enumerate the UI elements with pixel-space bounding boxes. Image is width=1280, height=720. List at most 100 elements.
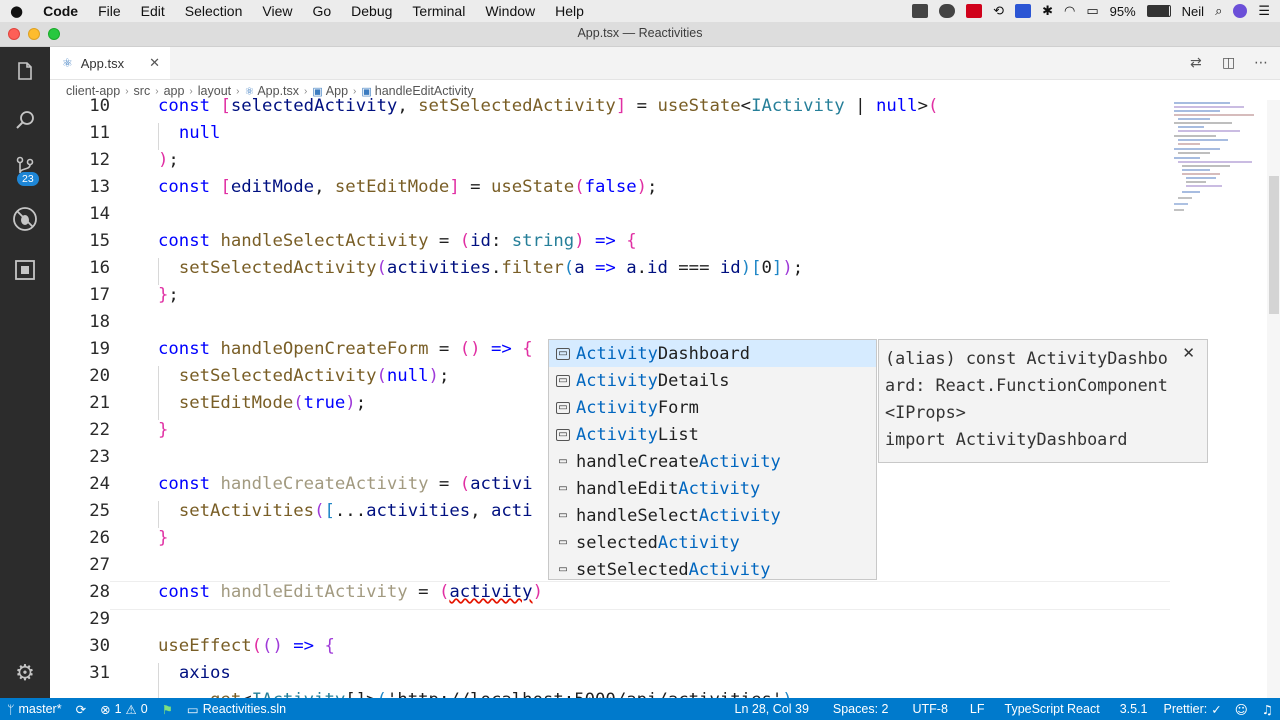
scm-changes-badge: 23 [17, 172, 39, 186]
code-line: } [158, 420, 169, 440]
activity-bar: 23 ⚙ [0, 47, 50, 698]
debug-icon[interactable] [0, 199, 50, 239]
menu-debug[interactable]: Debug [341, 3, 402, 19]
menu-go[interactable]: Go [302, 3, 341, 19]
cursor-position[interactable]: Ln 28, Col 39 [723, 702, 821, 716]
code-line: .get<IActivity[]>('http://localhost:5000… [158, 690, 793, 698]
suggestion-item[interactable]: ▭ setSelected Activity [549, 556, 876, 583]
notifications-bell-icon[interactable]: ♫ [1255, 702, 1280, 717]
sync-icon[interactable]: ⟳ [69, 702, 93, 717]
feedback-smiley-icon[interactable]: ☺ [1228, 702, 1255, 717]
line-number: 21 [89, 393, 110, 413]
suggestion-item[interactable]: ▭ Activity Details [549, 367, 876, 394]
close-details-icon[interactable]: ✕ [1182, 344, 1195, 362]
menu-terminal[interactable]: Terminal [402, 3, 475, 19]
code-line: const handleOpenCreateForm = () => { [158, 339, 533, 359]
scrollbar-thumb[interactable] [1269, 176, 1279, 314]
prettier-status[interactable]: Prettier: ✓ [1158, 702, 1228, 717]
airplay-icon[interactable]: ▭ [1086, 4, 1098, 19]
module-icon: ▭ [556, 374, 570, 387]
tray-app-icon[interactable] [912, 4, 929, 18]
notification-center-icon[interactable]: ☰ [1258, 4, 1270, 19]
menu-help[interactable]: Help [545, 3, 594, 19]
more-actions-icon[interactable]: ⋯ [1254, 55, 1268, 71]
search-icon[interactable] [0, 100, 50, 140]
menu-selection[interactable]: Selection [175, 3, 253, 19]
chevron-right-icon: › [155, 85, 159, 97]
suggestion-match: Activity [576, 397, 658, 418]
suggestion-item[interactable]: ▭ Activity Dashboard [549, 340, 876, 367]
error-icon: ⊗ [100, 701, 111, 717]
indentation[interactable]: Spaces: 2 [821, 702, 901, 716]
end-of-line[interactable]: LF [960, 702, 995, 716]
user-name[interactable]: Neil [1182, 4, 1204, 19]
solution-indicator[interactable]: ▭ Reactivities.sln [180, 702, 293, 717]
code-line: setSelectedActivity(null); [178, 366, 450, 386]
open-changes-icon[interactable]: ⇄ [1190, 55, 1202, 71]
check-icon: ✓ [1211, 701, 1222, 717]
wifi-icon[interactable]: ◠ [1064, 4, 1075, 19]
line-number: 15 [89, 231, 110, 251]
suggestion-item[interactable]: ▭ Activity Form [549, 394, 876, 421]
suggestion-match: Activity [657, 532, 740, 553]
manage-gear-icon[interactable]: ⚙ [0, 653, 50, 693]
suggestion-item[interactable]: ▭ handleEdit Activity [549, 475, 876, 502]
menu-edit[interactable]: Edit [131, 3, 175, 19]
suggestion-match: Activity [688, 559, 771, 580]
run-icon[interactable]: ⚑ [155, 702, 180, 717]
bluetooth-icon[interactable]: ✱ [1042, 4, 1053, 19]
editor-scrollbar[interactable] [1267, 100, 1280, 698]
record-icon[interactable] [966, 4, 983, 18]
suggestion-rest: List [657, 424, 699, 445]
typescript-version[interactable]: 3.5.1 [1110, 702, 1158, 716]
editor-tab-strip: ⚛ App.tsx ✕ ⇄ ◫ ⋯ [50, 47, 1280, 80]
suggestion-item[interactable]: ▭ handleSelect Activity [549, 502, 876, 529]
cloud-icon[interactable] [939, 4, 956, 18]
menu-app-name[interactable]: Code [33, 3, 88, 19]
autocomplete-suggest-widget[interactable]: ▭ Activity Dashboard ▭ Activity Details ▭ … [548, 339, 877, 580]
code-line: const handleSelectActivity = (id: string… [158, 231, 637, 251]
battery-percent[interactable]: 95% [1110, 4, 1136, 19]
spotlight-search-icon[interactable]: ⌕ [1215, 4, 1222, 19]
git-branch-icon: ᛘ [7, 701, 15, 717]
warning-count: 0 [140, 702, 148, 716]
grid-app-icon[interactable] [1015, 4, 1032, 18]
menu-view[interactable]: View [252, 3, 302, 19]
line-number: 12 [89, 150, 110, 170]
extensions-icon[interactable] [0, 250, 50, 290]
language-mode[interactable]: TypeScript React [995, 702, 1110, 716]
close-tab-icon[interactable]: ✕ [149, 56, 160, 71]
suggestion-prefix: selected [576, 532, 658, 553]
line-number: 22 [89, 420, 110, 440]
split-editor-icon[interactable]: ◫ [1222, 55, 1235, 71]
suggestion-item[interactable]: ▭ selected Activity [549, 529, 876, 556]
tab-app-tsx[interactable]: ⚛ App.tsx ✕ [50, 47, 170, 79]
status-bar-right: Ln 28, Col 39 Spaces: 2 UTF-8 LF TypeScr… [723, 702, 1280, 717]
status-bar: ᛘ master* ⟳ ⊗ 1 ⚠ 0 ⚑ ▭ Reactivities.sln Ln 2… [0, 698, 1280, 720]
solution-label: Reactivities.sln [202, 702, 287, 716]
minimap[interactable] [1170, 100, 1260, 215]
suggestion-item[interactable]: ▭ Activity List [549, 421, 876, 448]
git-branch[interactable]: ᛘ master* [0, 702, 69, 717]
battery-icon[interactable] [1146, 5, 1171, 17]
suggestion-details-text: (alias) const ActivityDashboard: React.F… [885, 348, 1168, 449]
siri-icon[interactable] [1233, 4, 1248, 18]
chevron-right-icon: › [304, 85, 308, 97]
suggestion-details-panel: (alias) const ActivityDashboard: React.F… [878, 339, 1208, 463]
menu-file[interactable]: File [88, 3, 131, 19]
code-line: setActivities([...activities, acti [178, 501, 533, 521]
encoding[interactable]: UTF-8 [900, 702, 959, 716]
suggestion-match: Activity [576, 424, 658, 445]
explorer-icon[interactable] [0, 52, 50, 92]
suggestion-item[interactable]: ▭ handleCreate Activity [549, 448, 876, 475]
code-line: const [selectedActivity, setSelectedActi… [158, 96, 939, 116]
variable-icon: ▭ [558, 455, 568, 467]
menu-window[interactable]: Window [475, 3, 545, 19]
time-machine-icon[interactable]: ⟲ [993, 4, 1004, 19]
line-number: 24 [89, 474, 110, 494]
chevron-right-icon: › [125, 85, 129, 97]
suggestion-rest: Details [657, 370, 730, 391]
suggestion-rest: Form [657, 397, 699, 418]
apple-icon[interactable]: ● [0, 2, 33, 20]
problems-indicator[interactable]: ⊗ 1 ⚠ 0 [93, 702, 155, 717]
